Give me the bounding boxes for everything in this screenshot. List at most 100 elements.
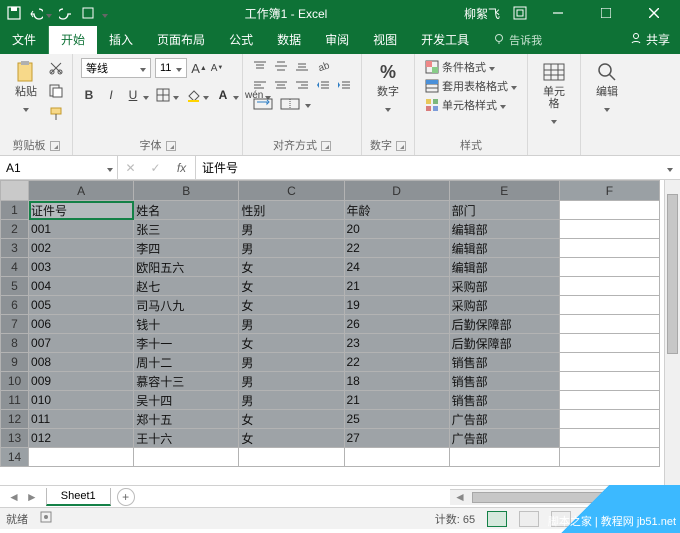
cell[interactable] — [559, 410, 659, 429]
cells-button[interactable]: 单元格 — [536, 58, 572, 127]
cell[interactable]: 销售部 — [449, 372, 559, 391]
cell[interactable] — [559, 239, 659, 258]
cell[interactable] — [559, 372, 659, 391]
cell[interactable]: 006 — [29, 315, 134, 334]
fx-icon[interactable]: fx — [168, 156, 196, 179]
cell[interactable]: 009 — [29, 372, 134, 391]
cell[interactable]: 姓名 — [134, 201, 239, 220]
cut-icon[interactable] — [48, 60, 64, 79]
cell[interactable]: 002 — [29, 239, 134, 258]
macro-record-icon[interactable] — [40, 511, 52, 526]
cell[interactable]: 男 — [239, 372, 344, 391]
cell[interactable]: 广告部 — [449, 410, 559, 429]
cell[interactable] — [29, 448, 134, 467]
cell[interactable] — [559, 277, 659, 296]
conditional-formatting-button[interactable]: 条件格式 — [423, 58, 519, 76]
cell[interactable]: 郑十五 — [134, 410, 239, 429]
align-right-icon[interactable] — [293, 77, 311, 93]
cells-dropdown-icon[interactable] — [551, 113, 557, 127]
font-name-combo[interactable]: 等线 — [81, 58, 151, 78]
row-header[interactable]: 11 — [1, 391, 29, 410]
cell[interactable]: 李四 — [134, 239, 239, 258]
cell[interactable]: 赵七 — [134, 277, 239, 296]
cell[interactable]: 后勤保障部 — [449, 334, 559, 353]
cell[interactable] — [559, 429, 659, 448]
tell-me[interactable]: 告诉我 — [481, 27, 554, 54]
zoom-knob[interactable] — [627, 513, 632, 524]
cell[interactable]: 23 — [344, 334, 449, 353]
minimize-button[interactable] — [540, 0, 576, 26]
cell[interactable]: 22 — [344, 239, 449, 258]
number-format-button[interactable]: % 数字 — [370, 58, 406, 115]
row-header[interactable]: 10 — [1, 372, 29, 391]
font-color-button[interactable]: A — [215, 86, 231, 104]
merge-center-icon[interactable] — [278, 96, 302, 112]
row-header[interactable]: 2 — [1, 220, 29, 239]
close-button[interactable] — [636, 0, 672, 26]
user-name[interactable]: 柳絮飞 — [464, 5, 500, 22]
cell[interactable]: 22 — [344, 353, 449, 372]
align-top-icon[interactable] — [251, 58, 269, 74]
cell[interactable]: 男 — [239, 391, 344, 410]
cell[interactable] — [559, 334, 659, 353]
cell[interactable]: 24 — [344, 258, 449, 277]
number-launcher-icon[interactable] — [396, 141, 406, 151]
cell[interactable]: 部门 — [449, 201, 559, 220]
cell[interactable]: 26 — [344, 315, 449, 334]
bold-button[interactable]: B — [81, 86, 97, 104]
cell[interactable] — [559, 315, 659, 334]
orientation-icon[interactable]: ab — [314, 58, 332, 74]
row-header[interactable]: 4 — [1, 258, 29, 277]
horizontal-scrollbar[interactable]: ◄ ► — [450, 489, 680, 505]
undo-icon[interactable] — [28, 5, 44, 21]
row-header[interactable]: 9 — [1, 353, 29, 372]
cell[interactable] — [559, 391, 659, 410]
cell[interactable] — [559, 220, 659, 239]
align-launcher-icon[interactable] — [321, 141, 331, 151]
cell[interactable]: 21 — [344, 277, 449, 296]
sheet-tab[interactable]: Sheet1 — [46, 488, 111, 506]
cell[interactable]: 性别 — [239, 201, 344, 220]
cell[interactable]: 销售部 — [449, 391, 559, 410]
cell[interactable] — [559, 201, 659, 220]
cell[interactable]: 20 — [344, 220, 449, 239]
border-dropdown-icon[interactable] — [173, 89, 179, 103]
row-header[interactable]: 1 — [1, 201, 29, 220]
cell[interactable]: 周十二 — [134, 353, 239, 372]
col-header[interactable]: A — [29, 181, 134, 201]
decrease-indent-icon[interactable] — [314, 77, 332, 93]
cell[interactable]: 女 — [239, 410, 344, 429]
cell[interactable]: 25 — [344, 410, 449, 429]
cell[interactable]: 004 — [29, 277, 134, 296]
cell[interactable]: 采购部 — [449, 277, 559, 296]
scroll-thumb[interactable] — [667, 194, 678, 354]
scroll-left-icon[interactable]: ◄ — [450, 490, 470, 504]
cell[interactable]: 男 — [239, 239, 344, 258]
cell[interactable]: 005 — [29, 296, 134, 315]
sheet-nav-prev-icon[interactable]: ◄ — [8, 490, 20, 504]
row-header[interactable]: 7 — [1, 315, 29, 334]
cell[interactable]: 007 — [29, 334, 134, 353]
italic-button[interactable]: I — [103, 86, 119, 104]
cell[interactable]: 吴十四 — [134, 391, 239, 410]
tab-file[interactable]: 文件 — [0, 26, 49, 54]
sheet-nav-next-icon[interactable]: ► — [26, 490, 38, 504]
underline-dropdown-icon[interactable] — [143, 89, 149, 103]
copy-icon[interactable] — [48, 83, 64, 102]
cell[interactable]: 001 — [29, 220, 134, 239]
decrease-font-icon[interactable]: A▼ — [209, 59, 225, 77]
cell[interactable]: 女 — [239, 258, 344, 277]
cell[interactable] — [559, 353, 659, 372]
cell[interactable]: 证件号 — [29, 201, 134, 220]
cell[interactable]: 后勤保障部 — [449, 315, 559, 334]
font-size-combo[interactable]: 11 — [155, 58, 187, 78]
account-icon[interactable] — [512, 5, 528, 21]
clipboard-launcher-icon[interactable] — [50, 141, 60, 151]
name-box[interactable] — [0, 156, 118, 179]
cell[interactable]: 慕容十三 — [134, 372, 239, 391]
tab-insert[interactable]: 插入 — [97, 26, 145, 54]
maximize-button[interactable] — [588, 0, 624, 26]
tab-developer[interactable]: 开发工具 — [409, 26, 481, 54]
cell[interactable]: 012 — [29, 429, 134, 448]
zoom-slider[interactable] — [594, 517, 664, 520]
